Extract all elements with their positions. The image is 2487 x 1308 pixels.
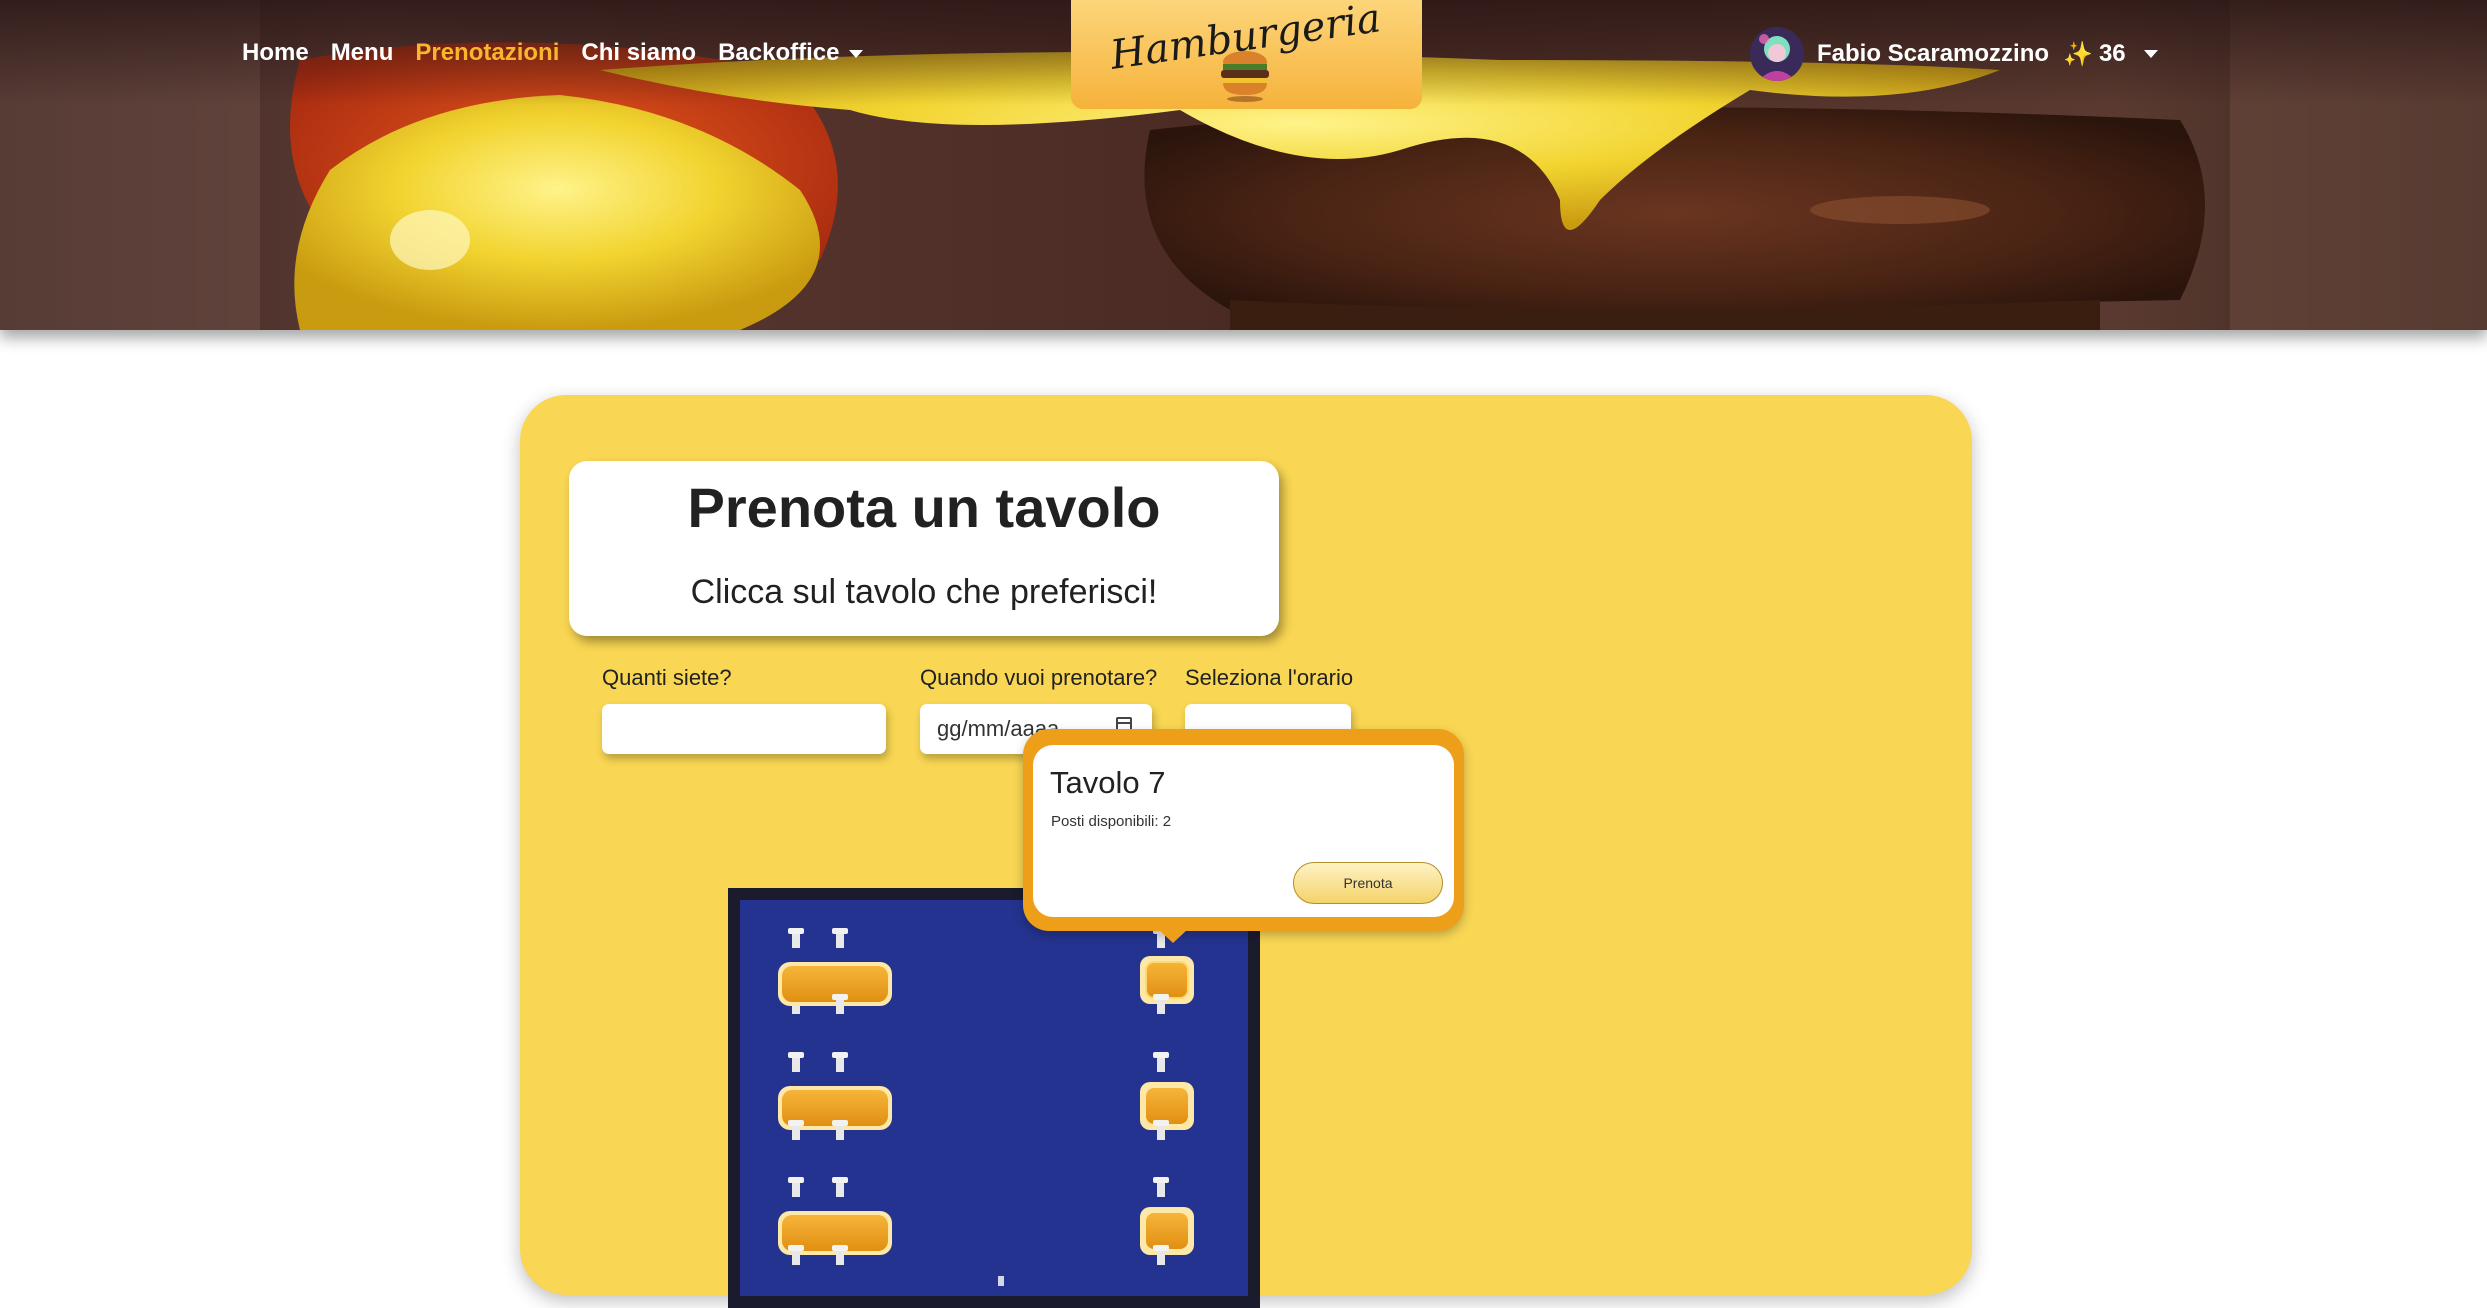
table-3[interactable] — [778, 1177, 892, 1265]
table-9[interactable] — [1140, 1177, 1194, 1265]
page-subtitle: Clicca sul tavolo che preferisci! — [690, 573, 1158, 611]
avatar — [1750, 27, 1804, 81]
nav-menu[interactable]: Menu — [331, 36, 394, 70]
user-name: Fabio Scaramozzino — [1817, 40, 2050, 67]
nav-home[interactable]: Home — [242, 36, 309, 70]
main-nav: Home Menu Prenotazioni Chi siamo Backoff… — [242, 36, 885, 70]
page-title: Prenota un tavolo — [687, 476, 1161, 539]
nav-chi-siamo[interactable]: Chi siamo — [581, 36, 696, 70]
prenota-button[interactable]: Prenota — [1293, 862, 1443, 904]
popover-arrow — [1158, 929, 1188, 943]
table-popover: Tavolo 7 Posti disponibili: 2 Prenota — [1023, 729, 1464, 943]
popover-body: Tavolo 7 Posti disponibili: 2 Prenota — [1033, 745, 1454, 917]
chevron-down-icon — [849, 49, 864, 58]
nav-backoffice-label: Backoffice — [718, 39, 840, 66]
chevron-down-icon — [2143, 50, 2158, 58]
people-label: Quanti siete? — [602, 665, 732, 690]
popover-seats: Posti disponibili: 2 — [1051, 813, 1172, 830]
site-logo[interactable]: Hamburgeria — [1071, 0, 1422, 109]
nav-prenotazioni[interactable]: Prenotazioni — [415, 36, 559, 70]
user-points: 36 — [2098, 40, 2126, 67]
user-menu[interactable]: Fabio Scaramozzino ✨ 36 — [1750, 26, 2158, 82]
people-input[interactable] — [602, 704, 886, 754]
time-label: Seleziona l'orario — [1185, 665, 1354, 690]
table-8[interactable] — [1140, 1052, 1194, 1140]
hamburgeria-logo-image: Hamburgeria — [1107, 0, 1384, 102]
nav-backoffice-dropdown[interactable]: Backoffice — [718, 36, 864, 70]
restaurant-floor-map — [728, 888, 1260, 1308]
hero-banner: Home Menu Prenotazioni Chi siamo Backoff… — [0, 0, 2487, 330]
date-label: Quando vuoi prenotare? — [920, 665, 1158, 690]
sparkle-icon: ✨ — [2063, 40, 2093, 68]
booking-card: Prenota un tavolo Clicca sul tavolo che … — [520, 395, 1972, 1308]
table-2[interactable] — [778, 1052, 892, 1140]
popover-title: Tavolo 7 — [1050, 765, 1166, 800]
table-1[interactable] — [778, 928, 892, 1014]
title-panel: Prenota un tavolo Clicca sul tavolo che … — [569, 461, 1279, 636]
